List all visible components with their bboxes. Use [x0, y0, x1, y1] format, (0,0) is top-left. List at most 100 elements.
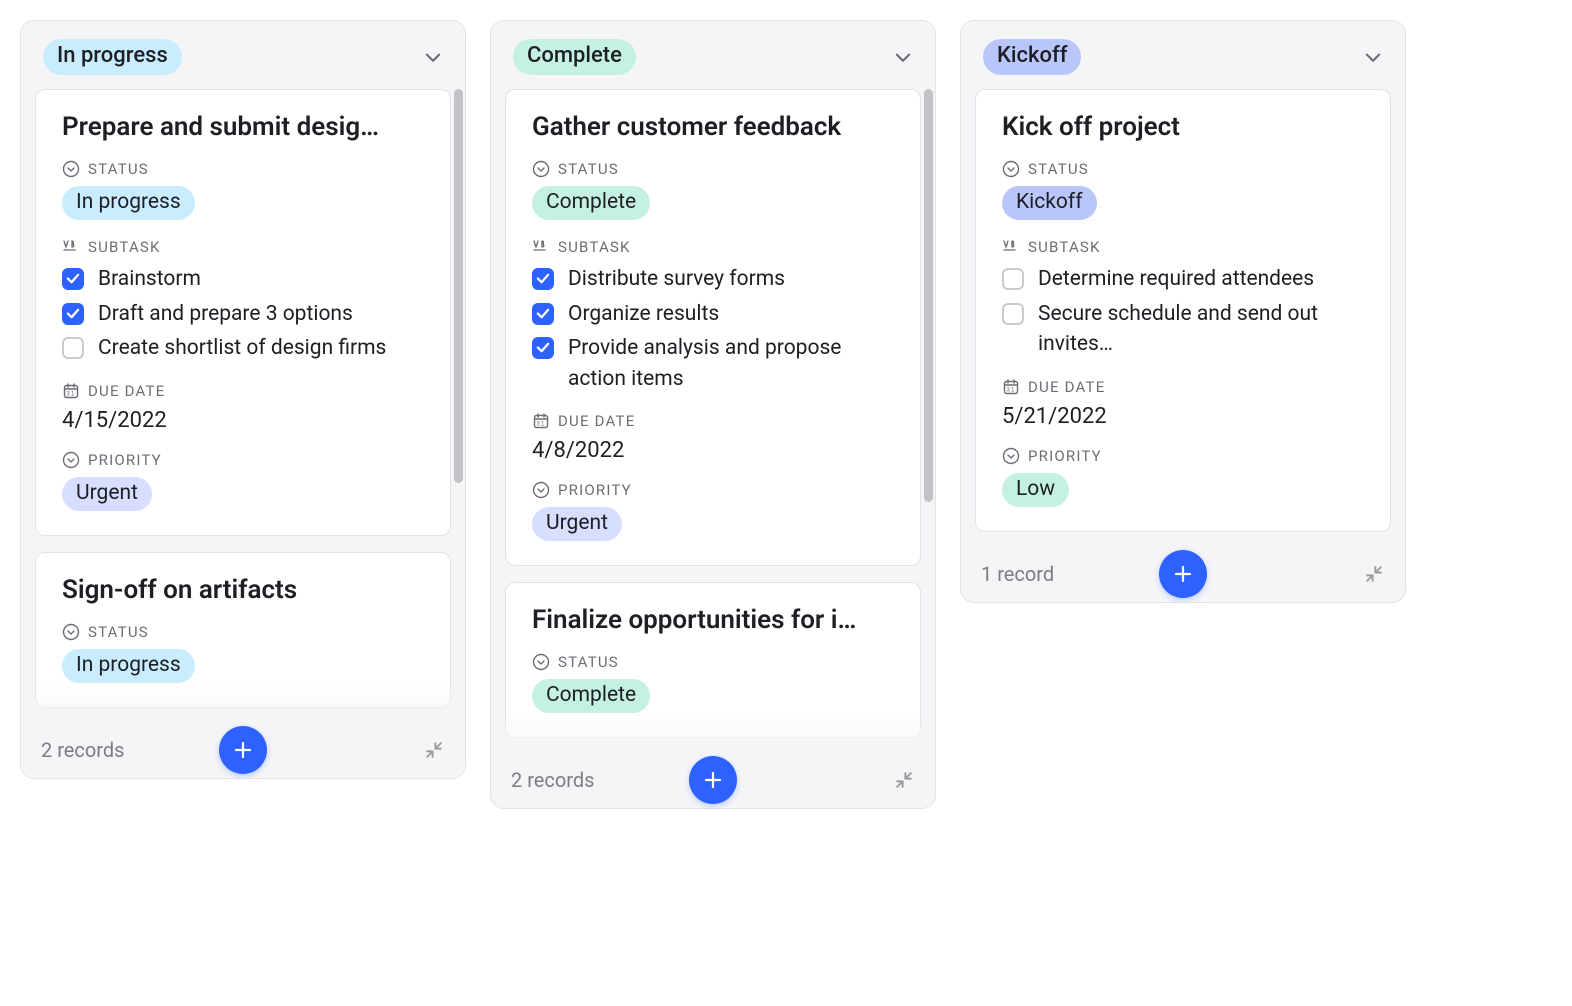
due-date-label: DUE DATE — [62, 382, 424, 400]
scrollbar-thumb[interactable] — [454, 89, 463, 482]
chevron-down-icon[interactable] — [893, 47, 913, 67]
due-date-label: DUE DATE — [532, 412, 894, 430]
subtask-text: Determine required attendees — [1038, 264, 1314, 294]
due-date-label: DUE DATE — [1002, 378, 1364, 396]
subtask-item: Secure schedule and send out invites… — [1002, 299, 1364, 360]
add-record-button[interactable] — [1159, 550, 1207, 598]
subtask-item: Provide analysis and propose action item… — [532, 333, 894, 394]
priority-label-text: PRIORITY — [1028, 447, 1102, 465]
column-header: Complete — [491, 21, 935, 89]
column-body: Kick off project STATUS Kickoff SUBTASK … — [961, 89, 1405, 547]
subtask-list: Determine required attendees Secure sche… — [1002, 264, 1364, 359]
due-date-label-text: DUE DATE — [558, 412, 635, 430]
subtask-label: SUBTASK — [1002, 238, 1364, 256]
collapse-icon[interactable] — [423, 739, 445, 761]
priority-chip: Urgent — [532, 507, 622, 541]
column-footer: 2 records — [21, 724, 465, 778]
status-chip: Complete — [532, 679, 650, 713]
subtask-label: SUBTASK — [532, 238, 894, 256]
add-record-button[interactable] — [689, 756, 737, 804]
column-footer: 1 record — [961, 548, 1405, 602]
status-label-text: STATUS — [88, 160, 149, 178]
card-title: Finalize opportunities for i… — [532, 605, 894, 635]
column-complete: Complete Gather customer feedback STATUS… — [490, 20, 936, 809]
subtask-checkbox[interactable] — [62, 337, 84, 359]
priority-label: PRIORITY — [532, 481, 894, 499]
task-card[interactable]: Gather customer feedback STATUS Complete… — [505, 89, 921, 566]
card-title: Gather customer feedback — [532, 112, 894, 142]
record-count: 2 records — [511, 768, 594, 792]
record-count: 1 record — [981, 562, 1054, 586]
subtask-text: Provide analysis and propose action item… — [568, 333, 894, 394]
due-date-value: 4/8/2022 — [532, 438, 894, 463]
priority-label: PRIORITY — [1002, 447, 1364, 465]
column-body: Prepare and submit desig… STATUS In prog… — [21, 89, 465, 723]
chevron-down-icon[interactable] — [423, 47, 443, 67]
due-date-label-text: DUE DATE — [88, 382, 165, 400]
column-header: Kickoff — [961, 21, 1405, 89]
card-title: Prepare and submit desig… — [62, 112, 424, 142]
status-label-text: STATUS — [88, 623, 149, 641]
status-label: STATUS — [532, 160, 894, 178]
subtask-item: Organize results — [532, 299, 894, 329]
column-body: Gather customer feedback STATUS Complete… — [491, 89, 935, 754]
priority-label-text: PRIORITY — [88, 451, 162, 469]
subtask-checkbox[interactable] — [532, 337, 554, 359]
task-card[interactable]: Prepare and submit desig… STATUS In prog… — [35, 89, 451, 535]
priority-label-text: PRIORITY — [558, 481, 632, 499]
collapse-icon[interactable] — [893, 769, 915, 791]
subtask-text: Organize results — [568, 299, 719, 329]
column-kickoff: Kickoff Kick off project STATUS Kickoff … — [960, 20, 1406, 603]
subtask-item: Draft and prepare 3 options — [62, 299, 424, 329]
card-list: Kick off project STATUS Kickoff SUBTASK … — [975, 89, 1391, 531]
task-card[interactable]: Finalize opportunities for i… STATUS Com… — [505, 582, 921, 738]
subtask-checkbox[interactable] — [62, 303, 84, 325]
due-date-value: 4/15/2022 — [62, 408, 424, 433]
subtask-text: Create shortlist of design firms — [98, 333, 386, 363]
add-record-button[interactable] — [219, 726, 267, 774]
status-label-text: STATUS — [558, 653, 619, 671]
subtask-label-text: SUBTASK — [1028, 238, 1101, 256]
status-label-text: STATUS — [558, 160, 619, 178]
subtask-label-text: SUBTASK — [88, 238, 161, 256]
status-label-text: STATUS — [1028, 160, 1089, 178]
subtask-text: Distribute survey forms — [568, 264, 785, 294]
task-card[interactable]: Sign-off on artifacts STATUS In progress — [35, 552, 451, 708]
subtask-text: Draft and prepare 3 options — [98, 299, 353, 329]
subtask-text: Secure schedule and send out invites… — [1038, 299, 1364, 360]
card-title: Kick off project — [1002, 112, 1364, 142]
task-card[interactable]: Kick off project STATUS Kickoff SUBTASK … — [975, 89, 1391, 531]
subtask-list: Brainstorm Draft and prepare 3 options C… — [62, 264, 424, 363]
status-label: STATUS — [532, 653, 894, 671]
priority-label: PRIORITY — [62, 451, 424, 469]
card-list: Gather customer feedback STATUS Complete… — [505, 89, 921, 754]
due-date-value: 5/21/2022 — [1002, 404, 1364, 429]
column-title-pill: Complete — [513, 39, 636, 75]
record-count: 2 records — [41, 738, 124, 762]
scrollbar-thumb[interactable] — [924, 89, 933, 501]
collapse-icon[interactable] — [1363, 563, 1385, 585]
column-footer: 2 records — [491, 754, 935, 808]
status-chip: In progress — [62, 186, 195, 220]
card-list: Prepare and submit desig… STATUS In prog… — [35, 89, 451, 723]
chevron-down-icon[interactable] — [1363, 47, 1383, 67]
status-chip: Kickoff — [1002, 186, 1097, 220]
status-label: STATUS — [62, 623, 424, 641]
subtask-checkbox[interactable] — [532, 268, 554, 290]
subtask-item: Determine required attendees — [1002, 264, 1364, 294]
subtask-checkbox[interactable] — [1002, 268, 1024, 290]
status-label: STATUS — [1002, 160, 1364, 178]
subtask-text: Brainstorm — [98, 264, 201, 294]
subtask-label: SUBTASK — [62, 238, 424, 256]
status-label: STATUS — [62, 160, 424, 178]
column-header: In progress — [21, 21, 465, 89]
status-chip: Complete — [532, 186, 650, 220]
subtask-list: Distribute survey forms Organize results… — [532, 264, 894, 394]
subtask-checkbox[interactable] — [532, 303, 554, 325]
subtask-checkbox[interactable] — [1002, 303, 1024, 325]
priority-chip: Urgent — [62, 477, 152, 511]
column-title-pill: In progress — [43, 39, 182, 75]
status-chip: In progress — [62, 649, 195, 683]
subtask-checkbox[interactable] — [62, 268, 84, 290]
kanban-board: In progress Prepare and submit desig… ST… — [0, 0, 1572, 829]
